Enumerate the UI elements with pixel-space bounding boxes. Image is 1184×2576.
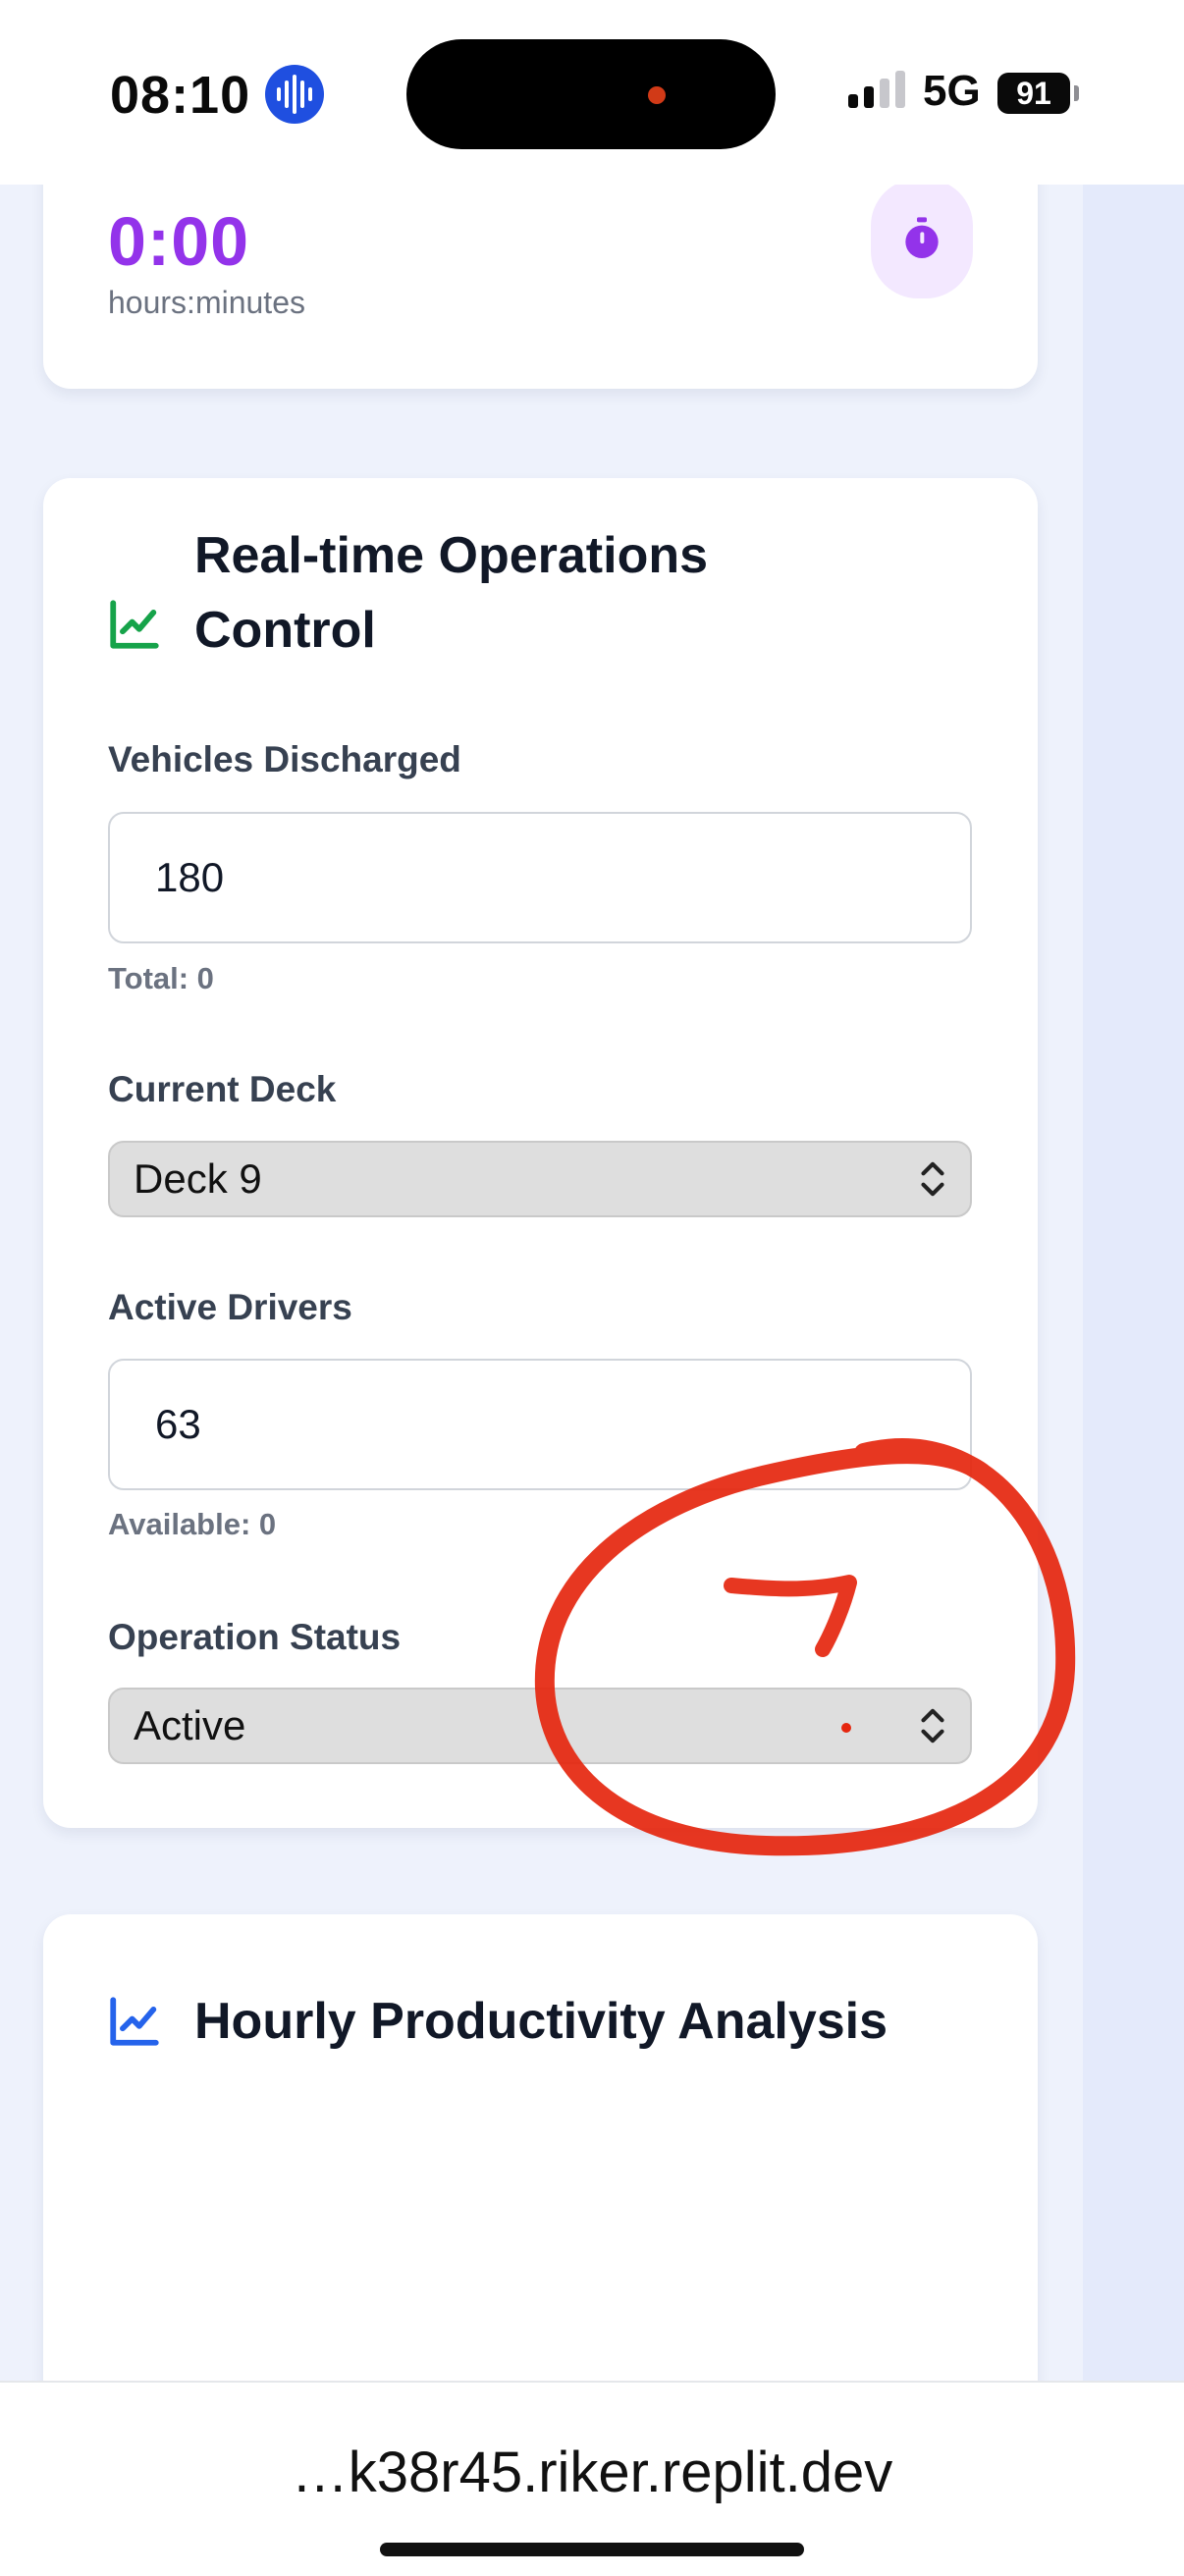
current-deck-label: Current Deck	[108, 1069, 337, 1109]
vehicles-discharged-label: Vehicles Discharged	[108, 739, 461, 779]
operation-status-label: Operation Status	[108, 1617, 402, 1657]
vehicles-total-hint: Total: 0	[108, 961, 214, 995]
stopwatch-button[interactable]	[871, 179, 973, 298]
productivity-card: Hourly Productivity Analysis	[43, 1914, 1038, 2425]
chevron-up-down-icon	[921, 1161, 944, 1197]
active-drivers-input[interactable]: 63	[108, 1359, 972, 1490]
timer-value: 0:00	[108, 203, 250, 280]
signal-strength-icon	[848, 71, 905, 108]
status-time: 08:10	[110, 66, 251, 125]
audio-recording-icon	[265, 65, 324, 124]
stopwatch-icon	[905, 217, 939, 258]
current-deck-select[interactable]: Deck 9	[108, 1141, 972, 1217]
operation-status-select[interactable]: Active	[108, 1688, 972, 1764]
operations-title-line1: Real-time Operations	[194, 527, 709, 584]
operations-title-line2: Control	[194, 602, 376, 659]
trending-up-icon	[110, 600, 159, 649]
home-indicator[interactable]	[380, 2543, 804, 2556]
current-deck-value: Deck 9	[134, 1155, 262, 1202]
battery-icon: 91	[997, 73, 1079, 114]
operations-control-card: Real-time Operations Control Vehicles Di…	[43, 478, 1038, 1828]
vehicles-discharged-input[interactable]: 180	[108, 812, 972, 943]
timer-unit-label: hours:minutes	[108, 285, 305, 320]
address-bar[interactable]: …k38r45.riker.replit.dev	[0, 2381, 1184, 2576]
status-bar: 08:10 5G 91	[0, 0, 1184, 185]
productivity-title: Hourly Productivity Analysis	[194, 1993, 888, 2050]
operation-status-value: Active	[134, 1702, 246, 1748]
network-type: 5G	[923, 67, 981, 115]
active-drivers-label: Active Drivers	[108, 1287, 352, 1327]
url-text[interactable]: …k38r45.riker.replit.dev	[0, 2440, 1184, 2505]
dynamic-island	[406, 39, 776, 149]
right-background-panel	[1083, 185, 1184, 2384]
chevron-up-down-icon	[921, 1708, 944, 1744]
trending-up-icon	[110, 1997, 159, 2046]
drivers-available-hint: Available: 0	[108, 1507, 277, 1541]
